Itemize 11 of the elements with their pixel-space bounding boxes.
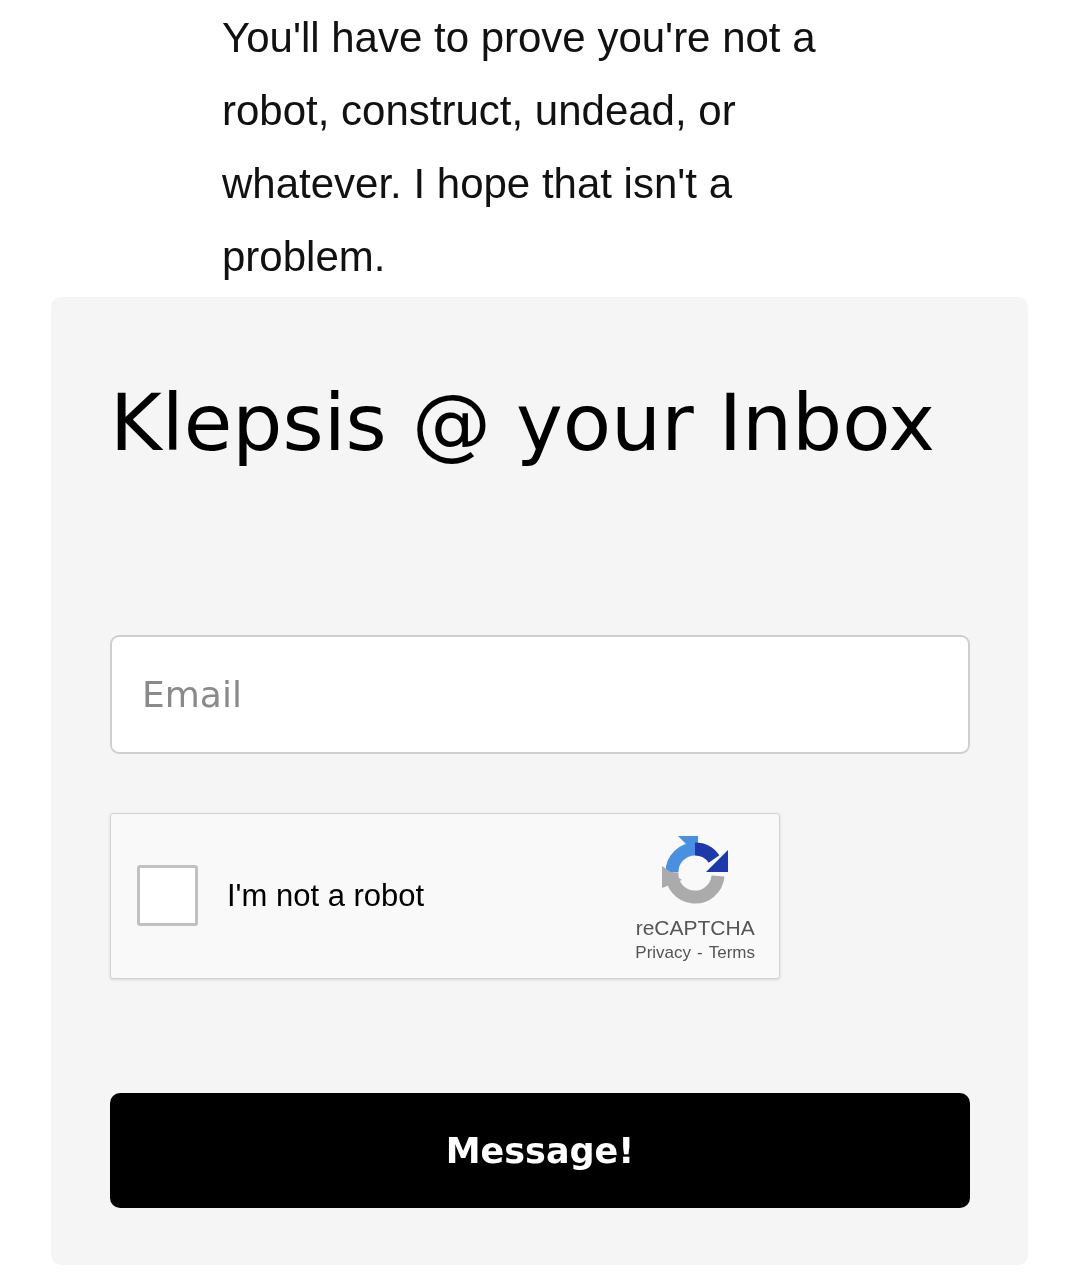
footer-link[interactable]: Privacy (635, 942, 692, 963)
link-separator: - (697, 942, 703, 963)
form-title: Klepsis @ your Inbox (110, 376, 935, 471)
captcha-brand-text: reCAPTCHA (635, 915, 755, 940)
captcha-label: I'm not a robot (227, 878, 425, 914)
circular-arrows-icon (662, 835, 729, 904)
checkbox[interactable] (137, 864, 198, 926)
intro-paragraph: You'll have to prove you're not a robot, construct, undead, or whatever. I hope that isn't a problem. (222, 13, 817, 282)
footer-link[interactable]: Terms (708, 942, 755, 963)
email-field[interactable]: Email (110, 635, 970, 754)
submit-button[interactable]: Message! (110, 1093, 970, 1208)
